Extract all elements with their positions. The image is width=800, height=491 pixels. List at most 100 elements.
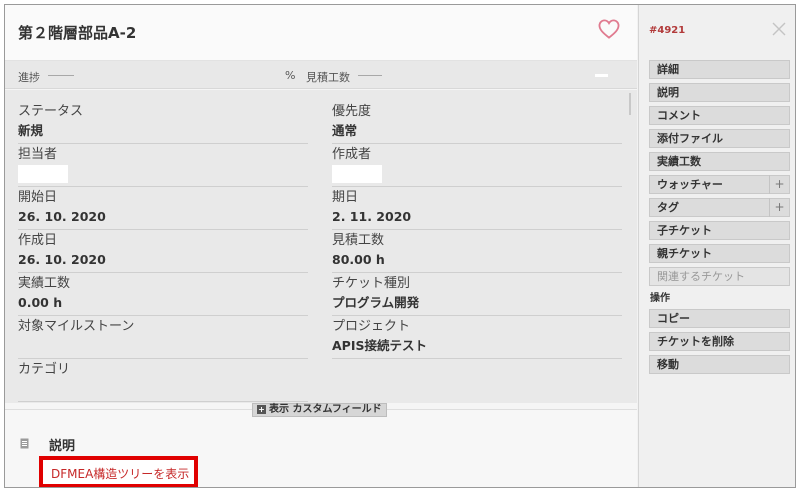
divider [332, 315, 622, 316]
sidebar-item-parent-ticket[interactable]: 親チケット [649, 244, 790, 263]
plus-box-icon: + [257, 405, 266, 414]
divider [332, 229, 622, 230]
action-label: コピー [657, 312, 690, 325]
issue-title: 第２階層部品A-2 [18, 24, 137, 42]
divider [332, 272, 622, 273]
field-label: 担当者 [18, 147, 58, 162]
delete-ticket-button[interactable]: チケットを削除 [649, 332, 790, 351]
sidebar-item-description[interactable]: 説明 [649, 83, 790, 102]
field-value: 26. 10. 2020 [18, 209, 106, 224]
field-start-date: 開始日 26. 10. 2020 [18, 189, 308, 230]
divider [332, 143, 622, 144]
divider [18, 186, 308, 187]
progress-label: 進捗 [18, 71, 40, 84]
issue-main-panel: 第２階層部品A-2 進捗 % 見積工数 ステータス 新規 優先度 通常 担当者 … [5, 5, 637, 487]
sidebar-item-label: 添付ファイル [657, 132, 723, 145]
action-label: チケットを削除 [657, 335, 734, 348]
issue-header: 第２階層部品A-2 [5, 5, 637, 61]
field-value: プログラム開発 [332, 295, 420, 310]
assignee-value [18, 165, 68, 183]
action-label: 移動 [657, 358, 679, 371]
percent-sign: % [285, 69, 296, 82]
divider [18, 358, 308, 359]
actions-heading: 操作 [650, 293, 670, 304]
field-label: 作成者 [332, 147, 372, 162]
description-heading: 説明 [49, 439, 76, 454]
field-project: プロジェクト APIS接続テスト [332, 318, 622, 359]
field-spent-hours: 実績工数 0.00 h [18, 275, 308, 316]
progress-bar: 進捗 % 見積工数 [5, 61, 637, 89]
issue-modal: 第２階層部品A-2 進捗 % 見積工数 ステータス 新規 優先度 通常 担当者 … [4, 4, 796, 488]
close-icon[interactable] [772, 22, 786, 36]
sidebar-item-comments[interactable]: コメント [649, 106, 790, 125]
field-assignee: 担当者 [18, 146, 308, 187]
divider [18, 229, 308, 230]
sidebar-item-label: 子チケット [657, 224, 712, 237]
divider [18, 143, 308, 144]
field-value: 通常 [332, 123, 358, 138]
sidebar-item-spent-time[interactable]: 実績工数 [649, 152, 790, 171]
scrollbar-thumb[interactable] [629, 93, 631, 115]
author-value [332, 165, 382, 183]
add-watcher-button[interactable]: + [769, 175, 789, 194]
field-target-version: 対象マイルストーン [18, 318, 308, 359]
field-label: カテゴリ [18, 362, 71, 377]
ticket-number: #4921 [649, 25, 686, 36]
field-label: 実績工数 [18, 276, 71, 291]
field-value: 新規 [18, 123, 44, 138]
field-estimated-hours: 見積工数 80.00 h [332, 232, 622, 273]
document-icon [20, 438, 29, 449]
sidebar-item-tags[interactable]: タグ + [649, 198, 790, 217]
issue-attributes: ステータス 新規 優先度 通常 担当者 作成者 開始日 26. 10. 2020… [5, 90, 637, 403]
move-button[interactable]: 移動 [649, 355, 790, 374]
field-status: ステータス 新規 [18, 103, 308, 144]
field-label: チケット種別 [332, 276, 411, 291]
sidebar-item-watchers[interactable]: ウォッチャー + [649, 175, 790, 194]
field-due-date: 期日 2. 11. 2020 [332, 189, 622, 230]
divider [18, 272, 308, 273]
sidebar-item-label: 説明 [657, 86, 679, 99]
add-tag-button[interactable]: + [769, 198, 789, 217]
copy-button[interactable]: コピー [649, 309, 790, 328]
sidebar-item-details[interactable]: 詳細 [649, 60, 790, 79]
field-label: 見積工数 [332, 233, 385, 248]
heart-icon[interactable] [598, 19, 620, 39]
field-created-date: 作成日 26. 10. 2020 [18, 232, 308, 273]
issue-sidebar: #4921 詳細 説明 コメント 添付ファイル 実績工数 ウォッチャー + タグ +… [638, 5, 795, 487]
sidebar-item-attachments[interactable]: 添付ファイル [649, 129, 790, 148]
field-value: APIS接続テスト [332, 338, 427, 353]
field-label: 優先度 [332, 104, 372, 119]
estimate-label: 見積工数 [306, 71, 350, 84]
field-label: 開始日 [18, 190, 58, 205]
sidebar-item-label: 実績工数 [657, 155, 701, 168]
description-section: 説明 DFMEA構造ツリーを表示 [5, 409, 637, 487]
field-priority: 優先度 通常 [332, 103, 622, 144]
sidebar-item-related-tickets[interactable]: 関連するチケット [649, 267, 790, 286]
field-label: ステータス [18, 104, 84, 119]
estimate-track [358, 75, 382, 76]
sidebar-item-label: 関連するチケット [657, 270, 745, 283]
field-value [18, 380, 308, 398]
sidebar-item-label: ウォッチャー [657, 178, 723, 191]
field-label: 作成日 [18, 233, 58, 248]
show-custom-fields-label: 表示 カスタムフィールド [269, 404, 382, 415]
sidebar-item-subtasks[interactable]: 子チケット [649, 221, 790, 240]
field-value: 2. 11. 2020 [332, 209, 412, 224]
divider [18, 315, 308, 316]
dfmea-tree-link-label: DFMEA構造ツリーを表示 [51, 467, 190, 481]
field-author: 作成者 [332, 146, 622, 187]
sidebar-item-label: タグ [657, 201, 679, 214]
dfmea-tree-link[interactable]: DFMEA構造ツリーを表示 [39, 456, 198, 487]
progress-track [48, 75, 74, 76]
collapse-toggle[interactable] [595, 74, 608, 77]
field-value [18, 337, 308, 355]
sidebar-item-label: コメント [657, 109, 701, 122]
divider [332, 186, 622, 187]
field-label: 期日 [332, 190, 359, 205]
divider [332, 358, 622, 359]
divider [18, 401, 308, 402]
show-custom-fields-button[interactable]: + 表示 カスタムフィールド [252, 403, 387, 417]
field-label: 対象マイルストーン [18, 319, 135, 334]
field-value: 80.00 h [332, 252, 385, 267]
field-label: プロジェクト [332, 319, 411, 334]
